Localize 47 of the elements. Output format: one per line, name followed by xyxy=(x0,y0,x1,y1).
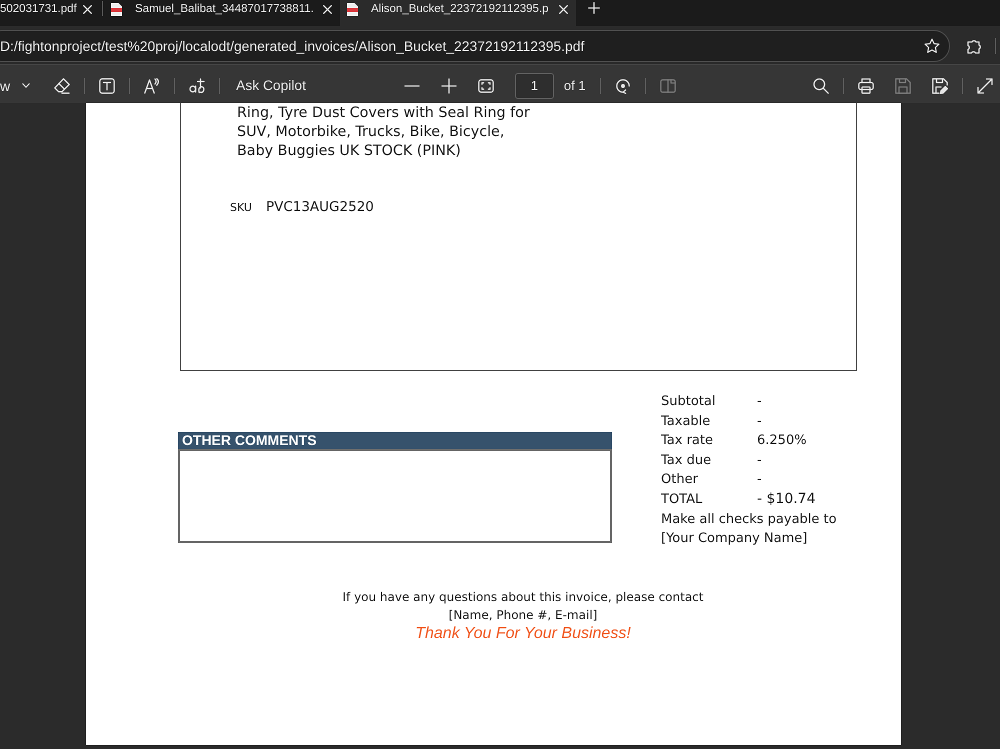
caret-icon xyxy=(22,83,30,88)
totals-value: 6.250% xyxy=(757,432,807,450)
document-icon xyxy=(111,3,122,16)
expand-icon[interactable] xyxy=(977,78,993,94)
totals-label: Other xyxy=(661,471,698,490)
comments-header: OTHER COMMENTS xyxy=(178,432,612,449)
eraser-icon[interactable] xyxy=(54,78,70,94)
plus-icon[interactable] xyxy=(440,78,457,94)
browser-tab[interactable]: Samuel_Balibat_34487017738811. xyxy=(104,0,340,26)
translate-icon[interactable] xyxy=(189,78,206,94)
contact-note: If you have any questions about this invoice, please contact [Name, Phone #, E-mail] xyxy=(342,588,704,624)
read-aloud-icon[interactable] xyxy=(144,78,160,94)
fit-page-icon[interactable] xyxy=(478,78,494,94)
total-amount: - $10.74 xyxy=(757,490,816,509)
total-label: TOTAL xyxy=(661,490,702,509)
sku-value: PVC13AUG2520 xyxy=(266,199,374,215)
totals-value: - xyxy=(757,452,762,470)
rotate-icon[interactable] xyxy=(614,78,631,94)
puzzle-icon[interactable] xyxy=(967,38,983,54)
close-icon[interactable] xyxy=(559,5,568,14)
page-number-field[interactable]: 1 xyxy=(514,72,554,98)
text-box-icon[interactable] xyxy=(99,78,116,94)
close-icon[interactable] xyxy=(323,5,332,14)
address-field[interactable]: D:/fightonproject/test%20proj/localodt/generated_invoices/Alison_Bucket_22372192112395.pdf xyxy=(0,30,950,62)
totals-value: - xyxy=(757,471,762,490)
totals-label: Taxable xyxy=(661,412,710,431)
item-description: Ring, Tyre Dust Covers with Seal Ring for SUV, Motorbike, Trucks, Bike, Bicycle, Baby Buggies UK STOCK (PINK) xyxy=(237,104,530,161)
page-count: of 1 xyxy=(564,78,586,93)
document-icon xyxy=(347,3,358,16)
close-icon[interactable] xyxy=(83,5,92,14)
search-icon[interactable] xyxy=(813,78,829,94)
totals-label: Subtotal xyxy=(661,393,716,411)
printer-icon[interactable] xyxy=(858,78,874,94)
floppy-pen-icon[interactable] xyxy=(932,78,948,94)
totals-value: - xyxy=(757,393,762,411)
totals-value: - xyxy=(757,412,762,431)
sku-label: SKU xyxy=(230,201,252,214)
star-icon[interactable] xyxy=(924,38,940,54)
browser-tab[interactable]: 502031731.pdf xyxy=(0,0,101,26)
thank-you-note: Thank You For Your Business! xyxy=(415,624,631,644)
totals-label: Tax rate xyxy=(661,432,713,450)
browser-tab[interactable]: Alison_Bucket_22372192112395.p xyxy=(340,0,576,26)
payable-note: Make all checks payable to [Your Company Name] xyxy=(661,510,837,548)
ask-copilot-button[interactable]: Ask Copilot xyxy=(236,78,306,94)
plus-icon[interactable] xyxy=(588,2,600,14)
totals-label: Tax due xyxy=(661,452,712,470)
draw-dropdown[interactable]: w xyxy=(0,78,30,94)
